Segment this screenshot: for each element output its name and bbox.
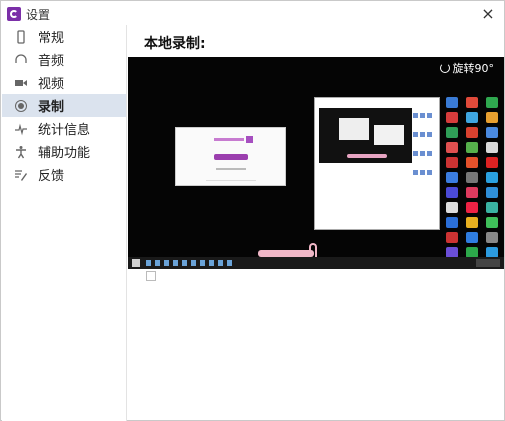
recording-preview: 旋转90° [128, 57, 504, 269]
thumbnail-text [216, 168, 246, 170]
preview-window-thumbnail [175, 127, 286, 186]
thumbnail-logo [246, 136, 253, 143]
sidebar: 常规 音频 视频 录制 统计信息 辅助功能 反馈 [2, 25, 127, 421]
sidebar-item-label: 录制 [38, 100, 65, 115]
rotate-button[interactable]: 旋转90° [436, 59, 499, 77]
sidebar-item-label: 常规 [38, 31, 65, 46]
sidebar-item-label: 辅助功能 [38, 146, 91, 161]
sidebar-item-statistics[interactable]: 统计信息 [2, 117, 126, 140]
preview-taskbar [128, 257, 504, 269]
preview-desktop-thumbnail [314, 97, 440, 230]
sidebar-item-audio[interactable]: 音频 [2, 48, 126, 71]
close-button[interactable]: × [476, 3, 500, 25]
nested-window [339, 118, 369, 140]
nested-window [374, 125, 404, 145]
sidebar-item-video[interactable]: 视频 [2, 71, 126, 94]
sidebar-item-recording[interactable]: 录制 [2, 94, 126, 117]
thumbnail-title-bar [214, 138, 244, 141]
sidebar-item-label: 音频 [38, 54, 65, 69]
stats-icon [14, 122, 28, 136]
settings-window: 设置 × 常规 音频 视频 录制 统计信息 辅助功能 反馈 本地录制: 旋转90… [0, 0, 505, 421]
thumbnail-button [214, 154, 248, 160]
taskbar-clock [476, 259, 500, 267]
sidebar-item-label: 反馈 [38, 169, 65, 184]
sidebar-item-feedback[interactable]: 反馈 [2, 163, 126, 186]
headphones-icon [14, 53, 28, 67]
sidebar-item-accessibility[interactable]: 辅助功能 [2, 140, 126, 163]
app-logo-icon [7, 7, 21, 21]
window-title: 设置 [26, 8, 51, 22]
nested-icons [412, 104, 436, 175]
rotate-label: 旋转90° [452, 62, 495, 75]
sidebar-item-general[interactable]: 常规 [2, 25, 126, 48]
nested-preview [319, 108, 412, 163]
thumbnail-footer [206, 180, 256, 181]
accessibility-icon [14, 145, 28, 159]
sidebar-item-label: 视频 [38, 77, 65, 92]
camera-icon [14, 76, 28, 90]
recording-toolbar-handle [309, 243, 317, 257]
record-icon [14, 99, 28, 113]
page-title: 本地录制: [144, 36, 206, 52]
rotate-icon [439, 63, 450, 73]
main-content: 本地录制: 旋转90° [128, 25, 505, 421]
taskbar-icons [146, 260, 236, 266]
phone-icon [14, 29, 28, 44]
start-icon [132, 259, 140, 267]
feedback-icon [14, 168, 28, 182]
obscured-checkbox[interactable] [146, 271, 156, 281]
recording-toolbar [258, 250, 314, 257]
sidebar-item-label: 统计信息 [38, 123, 91, 138]
title-bar: 设置 × [1, 1, 504, 27]
desktop-icons [446, 97, 502, 258]
nested-bar [347, 154, 387, 158]
